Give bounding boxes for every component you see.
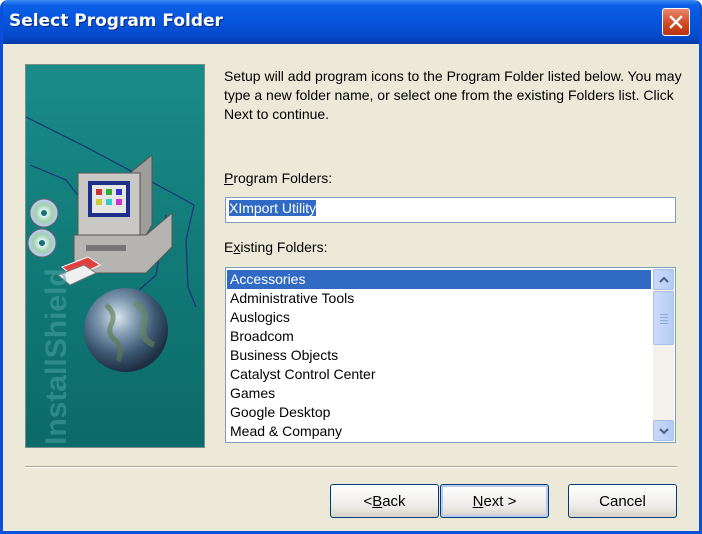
scroll-down-button[interactable] (653, 420, 674, 441)
list-item[interactable]: Mead & Company (227, 422, 651, 441)
program-folder-input[interactable]: XImport Utility (225, 197, 676, 223)
scroll-up-button[interactable] (653, 269, 674, 290)
dialog-window: Select Program Folder InstallShield Setu… (0, 0, 702, 534)
existing-folders-label: Existing Folders: (224, 239, 328, 255)
computer-icon (73, 153, 173, 274)
close-button[interactable] (662, 8, 690, 36)
list-item[interactable]: Administrative Tools (227, 289, 651, 308)
chevron-up-icon (659, 276, 669, 283)
accelerator-key: B (372, 492, 383, 510)
program-folder-value: XImport Utility (229, 200, 317, 216)
list-item[interactable]: Broadcom (227, 327, 651, 346)
globe-icon (84, 288, 168, 372)
list-item[interactable]: Google Desktop (227, 403, 651, 422)
accelerator-key: P (224, 170, 234, 186)
scroll-thumb[interactable] (653, 291, 674, 345)
folder-list: Accessories Administrative Tools Auslogi… (227, 270, 651, 441)
vertical-scrollbar[interactable] (653, 269, 674, 441)
title-bar[interactable]: Select Program Folder (3, 0, 699, 44)
brand-watermark: InstallShield (40, 268, 73, 445)
close-icon (669, 15, 683, 29)
existing-folders-listbox[interactable]: Accessories Administrative Tools Auslogi… (225, 267, 676, 443)
program-folders-label: Program Folders: (224, 170, 333, 186)
cd-icon (27, 198, 59, 258)
next-button[interactable]: Next > (440, 484, 549, 518)
back-button[interactable]: < Back (330, 484, 439, 518)
chevron-down-icon (659, 428, 669, 435)
accelerator-key: N (472, 492, 484, 510)
installshield-graphic: InstallShield (25, 64, 205, 448)
list-item[interactable]: Business Objects (227, 346, 651, 365)
list-item[interactable]: Games (227, 384, 651, 403)
cancel-button[interactable]: Cancel (568, 484, 677, 518)
list-item[interactable]: Accessories (227, 270, 651, 289)
list-item[interactable]: Auslogics (227, 308, 651, 327)
window-title: Select Program Folder (9, 11, 223, 31)
separator (25, 466, 677, 468)
description-text: Setup will add program icons to the Prog… (224, 68, 682, 122)
list-item[interactable]: Catalyst Control Center (227, 365, 651, 384)
installer-artwork: InstallShield (26, 116, 197, 445)
